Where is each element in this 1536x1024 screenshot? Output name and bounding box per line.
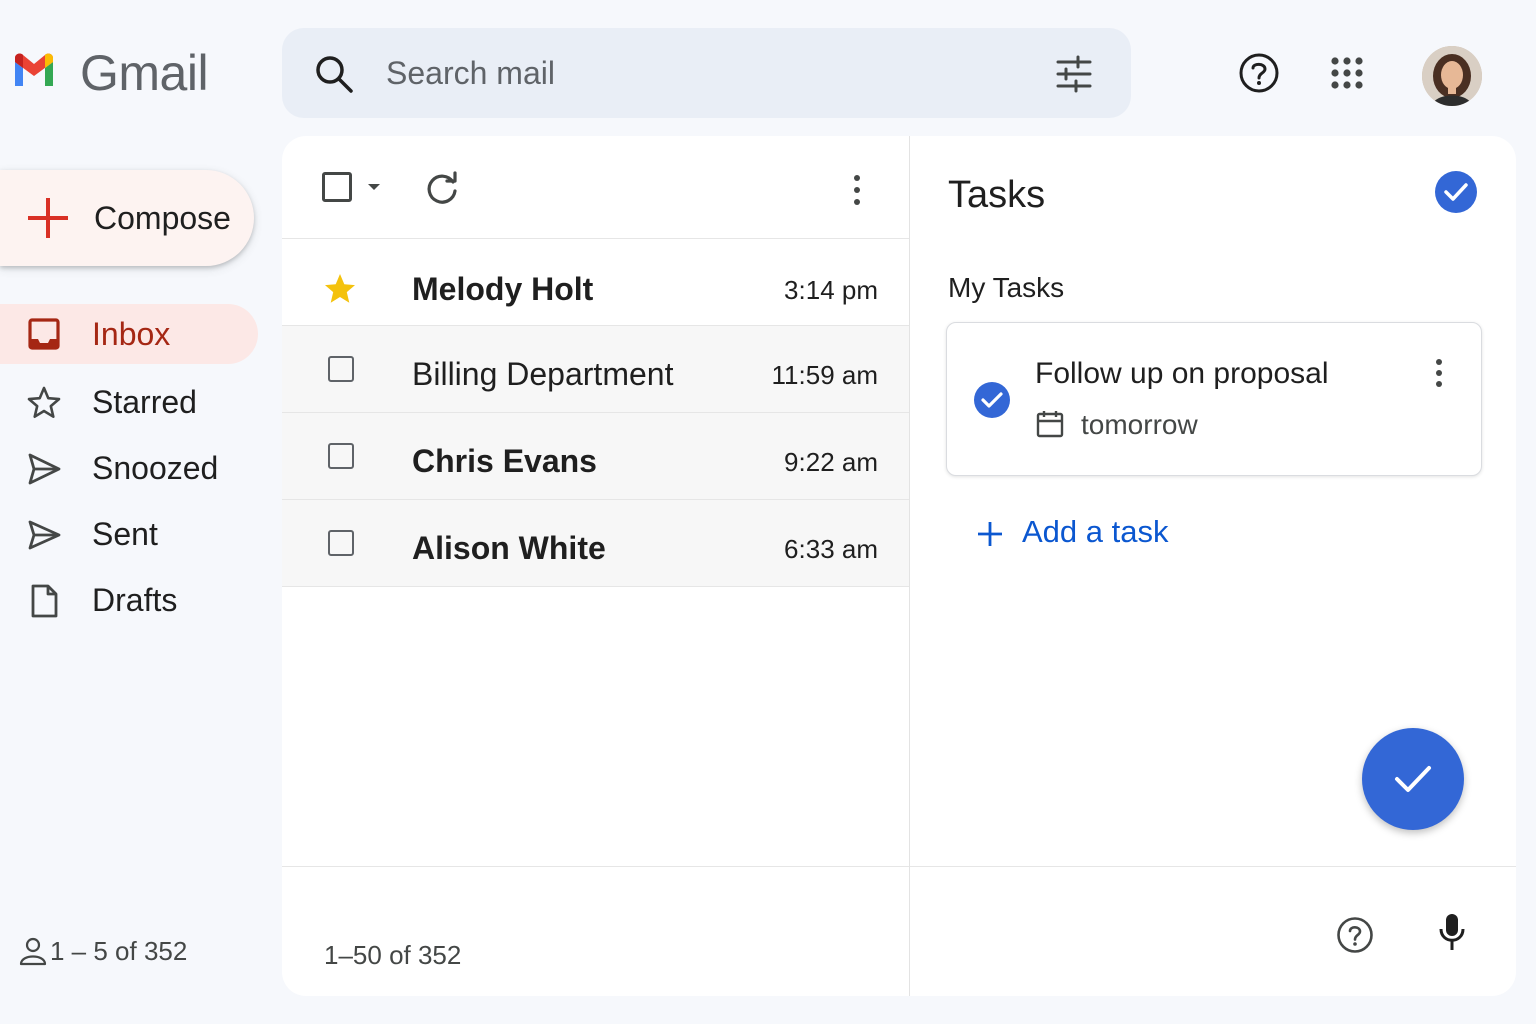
add-task-label: Add a task: [1022, 514, 1169, 549]
chevron-down-icon[interactable]: [366, 182, 382, 192]
table-row[interactable]: Billing Department 11:59 am: [282, 326, 910, 413]
check-icon: [1395, 766, 1431, 792]
select-all-checkbox[interactable]: [322, 172, 352, 202]
inbox-icon: [28, 318, 60, 350]
divider: [282, 866, 910, 867]
tune-icon[interactable]: [1054, 54, 1094, 94]
task-due-date: tomorrow: [1081, 409, 1198, 440]
divider: [910, 866, 1516, 867]
table-row[interactable]: Alison White 6:33 am: [282, 500, 910, 587]
row-sender: Chris Evans: [412, 443, 597, 479]
task-list-name[interactable]: My Tasks: [948, 272, 1064, 304]
sidebar-item-label: Sent: [92, 516, 158, 552]
more-vert-icon[interactable]: [1427, 357, 1451, 389]
plus-icon: [978, 522, 1002, 546]
row-sender: Melody Holt: [412, 271, 594, 307]
search-icon[interactable]: [314, 54, 354, 94]
compose-button[interactable]: Compose: [0, 170, 254, 266]
help-icon[interactable]: [1238, 52, 1280, 94]
send-icon: [28, 520, 61, 550]
pagination-text: 1–50 of 352: [324, 940, 462, 970]
task-item[interactable]: Follow up on proposal tomorrow: [946, 322, 1482, 476]
search-bar[interactable]: [282, 28, 1131, 118]
star-filled-icon[interactable]: [322, 271, 358, 307]
search-input[interactable]: [386, 48, 1026, 98]
snooze-icon: [28, 453, 61, 485]
microphone-icon[interactable]: [1436, 912, 1468, 952]
top-bar: Gmail: [0, 0, 1536, 136]
more-vert-icon[interactable]: [842, 170, 872, 210]
person-icon: [19, 937, 47, 966]
row-time: 3:14 pm: [784, 275, 878, 305]
sidebar-item-label: Inbox: [92, 316, 171, 352]
row-time: 9:22 am: [784, 447, 878, 477]
sidebar-item-label: Starred: [92, 384, 197, 420]
sidebar-footer-count: 1 – 5 of 352: [50, 936, 188, 966]
help-icon[interactable]: [1336, 916, 1374, 954]
row-checkbox[interactable]: [328, 530, 354, 556]
refresh-icon[interactable]: [422, 170, 462, 210]
task-title: Follow up on proposal: [1035, 357, 1329, 390]
plus-icon: [28, 198, 68, 238]
sidebar-item-drafts[interactable]: Drafts: [0, 568, 258, 634]
avatar-image: [1422, 46, 1482, 106]
mail-list-pane: Melody Holt 3:14 pm Billing Department 1…: [282, 136, 910, 996]
apps-icon[interactable]: [1330, 56, 1364, 90]
task-fab-button[interactable]: [1362, 728, 1464, 830]
task-completed-icon[interactable]: [973, 381, 1011, 419]
calendar-icon: [1036, 411, 1064, 438]
sidebar-item-label: Snoozed: [92, 450, 219, 486]
sidebar-item-label: Drafts: [92, 582, 178, 618]
compose-label: Compose: [94, 200, 231, 236]
row-sender: Alison White: [412, 530, 606, 566]
mail-rows: Melody Holt 3:14 pm Billing Department 1…: [282, 238, 910, 587]
sidebar-footer: 1 – 5 of 352: [18, 936, 187, 967]
sidebar-item-inbox[interactable]: Inbox: [0, 304, 258, 364]
row-time: 11:59 am: [771, 360, 878, 390]
gmail-logo[interactable]: [12, 52, 56, 92]
avatar[interactable]: [1422, 46, 1482, 106]
row-checkbox[interactable]: [328, 356, 354, 382]
sidebar-item-starred[interactable]: Starred: [0, 370, 258, 436]
star-icon: [27, 386, 61, 418]
sidebar-item-snoozed[interactable]: Snoozed: [0, 436, 258, 502]
row-sender: Billing Department: [412, 356, 674, 392]
sidebar-item-sent[interactable]: Sent: [0, 502, 258, 568]
tasks-check-icon[interactable]: [1434, 170, 1478, 214]
row-time: 6:33 am: [784, 534, 878, 564]
tasks-panel: Tasks My Tasks Follow up on proposal tom…: [910, 136, 1516, 996]
gmail-brand[interactable]: Gmail: [80, 44, 209, 102]
draft-icon: [31, 584, 58, 618]
table-row[interactable]: Chris Evans 9:22 am: [282, 413, 910, 500]
main-card: Melody Holt 3:14 pm Billing Department 1…: [282, 136, 1516, 996]
sidebar-nav: Inbox Starred Snoozed Sent Drafts: [0, 304, 260, 634]
table-row[interactable]: Melody Holt 3:14 pm: [282, 239, 910, 326]
row-checkbox[interactable]: [328, 443, 354, 469]
tasks-title: Tasks: [948, 174, 1046, 216]
mail-toolbar: [282, 136, 910, 236]
